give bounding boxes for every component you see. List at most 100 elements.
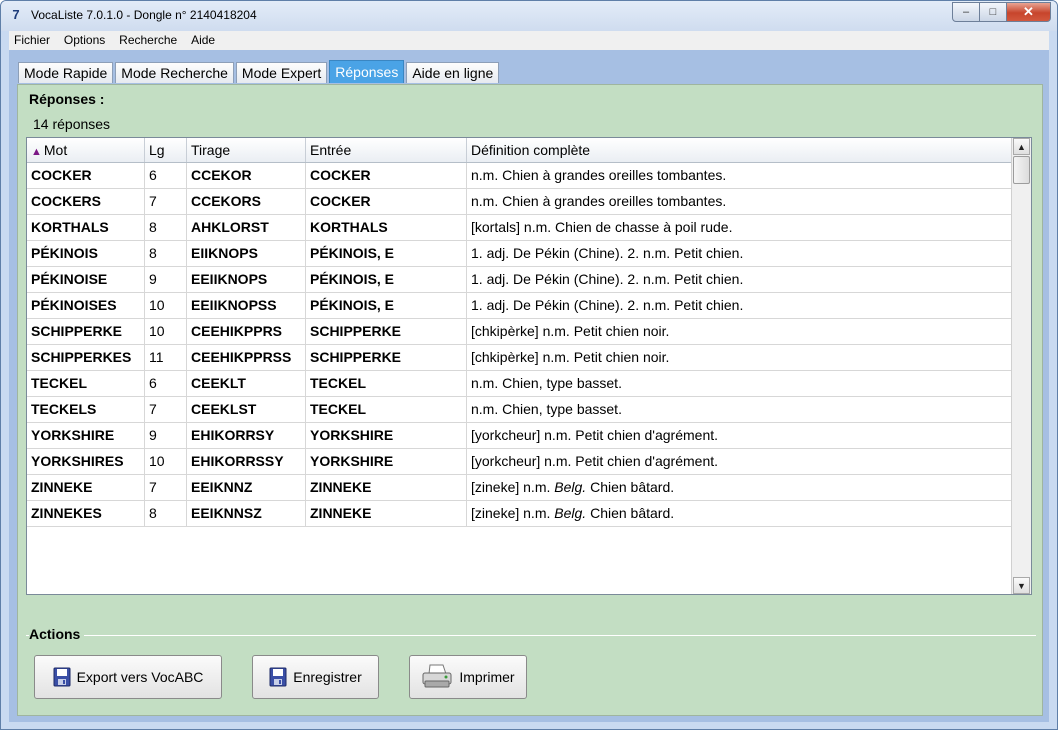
menu-options[interactable]: Options xyxy=(59,31,110,50)
cell-definition: n.m. Chien à grandes oreilles tombantes. xyxy=(471,193,727,209)
cell-lg: 8 xyxy=(145,501,187,526)
table-row[interactable]: YORKSHIRES 10 EHIKORRSSY YORKSHIRE [yorkcheu… xyxy=(27,449,1011,475)
tab-mode-expert[interactable]: Mode Expert xyxy=(235,62,328,83)
cell-entree: YORKSHIRE xyxy=(306,449,467,474)
print-label: Imprimer xyxy=(459,669,515,685)
print-button[interactable]: Imprimer xyxy=(409,655,527,699)
actions-group-label: Actions xyxy=(29,626,85,642)
cell-definition: n.m. Chien, type basset. xyxy=(471,401,622,417)
tab-mode-rapide[interactable]: Mode Rapide xyxy=(18,62,114,83)
cell-mot: TECKEL xyxy=(27,371,145,396)
table-row[interactable]: ZINNEKES 8 EEIKNNSZ ZINNEKE [zineke] n.m. Be… xyxy=(27,501,1011,527)
window-title: VocaListe 7.0.1.0 - Dongle n° 2140418204 xyxy=(31,8,257,22)
cell-tirage: EIIKNOPS xyxy=(187,241,306,266)
cell-mot: TECKELS xyxy=(27,397,145,422)
table-row[interactable]: PÉKINOIS 8 EIIKNOPS PÉKINOIS, E 1. adj. De P… xyxy=(27,241,1011,267)
cell-entree: TECKEL xyxy=(306,371,467,396)
cell-entree: COCKER xyxy=(306,189,467,214)
responses-group-label: Réponses : xyxy=(29,91,105,107)
cell-tirage: EEIIKNOPS xyxy=(187,267,306,292)
cell-tirage: CEEHIKPPRS xyxy=(187,319,306,344)
scroll-down-button[interactable]: ▼ xyxy=(1013,577,1030,594)
cell-mot: KORTHALS xyxy=(27,215,145,240)
column-header-mot[interactable]: ▲ Mot xyxy=(27,138,145,162)
cell-mot: PÉKINOIS xyxy=(27,241,145,266)
table-row[interactable]: ZINNEKE 7 EEIKNNZ ZINNEKE [zineke] n.m. Belg… xyxy=(27,475,1011,501)
cell-definition: [yorkcheur] n.m. Petit chien d'agrément. xyxy=(471,427,719,443)
table-row[interactable]: COCKERS 7 CCEKORS COCKER n.m. Chien à grande… xyxy=(27,189,1011,215)
minimize-button[interactable]: – xyxy=(952,2,980,22)
scroll-thumb[interactable] xyxy=(1013,156,1030,184)
close-button[interactable]: ✕ xyxy=(1006,2,1051,22)
table-row[interactable]: YORKSHIRE 9 EHIKORRSY YORKSHIRE [yorkcheur] … xyxy=(27,423,1011,449)
response-count: 14 réponses xyxy=(33,116,111,132)
table-row[interactable]: SCHIPPERKES 11 CEEHIKPPRSS SCHIPPERKE [chkip… xyxy=(27,345,1011,371)
maximize-button[interactable]: □ xyxy=(979,2,1007,22)
menu-recherche[interactable]: Recherche xyxy=(114,31,182,50)
column-header-entree[interactable]: Entrée xyxy=(306,138,467,162)
table-row[interactable]: PÉKINOISE 9 EEIIKNOPS PÉKINOIS, E 1. adj. De… xyxy=(27,267,1011,293)
floppy-disk-icon xyxy=(53,667,71,687)
cell-tirage: EEIIKNOPSS xyxy=(187,293,306,318)
printer-icon xyxy=(422,664,452,688)
cell-definition: [chkipèrke] n.m. Petit chien noir. xyxy=(471,349,670,365)
column-header-definition[interactable]: Définition complète xyxy=(467,138,1011,162)
cell-definition: [zineke] n.m. Belg. Chien bâtard. xyxy=(471,479,675,495)
cell-entree: SCHIPPERKE xyxy=(306,345,467,370)
cell-tirage: EEIKNNZ xyxy=(187,475,306,500)
cell-definition: 1. adj. De Pékin (Chine). 2. n.m. Petit … xyxy=(471,297,744,313)
vertical-scrollbar[interactable]: ▲ ▼ xyxy=(1011,138,1031,594)
actions-divider xyxy=(26,635,1036,636)
cell-tirage: CEEHIKPPRSS xyxy=(187,345,306,370)
cell-lg: 7 xyxy=(145,475,187,500)
cell-definition: n.m. Chien à grandes oreilles tombantes. xyxy=(471,167,727,183)
save-label: Enregistrer xyxy=(293,669,362,685)
title-bar[interactable]: 7 VocaListe 7.0.1.0 - Dongle n° 21404182… xyxy=(1,1,1057,31)
sort-ascending-icon: ▲ xyxy=(31,146,42,158)
cell-lg: 10 xyxy=(145,449,187,474)
cell-mot: PÉKINOISE xyxy=(27,267,145,292)
table-row[interactable]: TECKEL 6 CEEKLT TECKEL n.m. Chien, type bass… xyxy=(27,371,1011,397)
cell-lg: 9 xyxy=(145,423,187,448)
cell-mot: ZINNEKE xyxy=(27,475,145,500)
floppy-disk-icon xyxy=(269,667,287,687)
cell-lg: 10 xyxy=(145,293,187,318)
tab-reponses[interactable]: Réponses xyxy=(329,60,405,83)
column-header-lg[interactable]: Lg xyxy=(145,138,187,162)
menu-fichier[interactable]: Fichier xyxy=(9,31,55,50)
table-row[interactable]: PÉKINOISES 10 EEIIKNOPSS PÉKINOIS, E 1. adj.… xyxy=(27,293,1011,319)
tab-aide-en-ligne[interactable]: Aide en ligne xyxy=(406,62,500,83)
tab-mode-recherche[interactable]: Mode Recherche xyxy=(115,62,234,83)
cell-entree: PÉKINOIS, E xyxy=(306,293,467,318)
app-window: 7 VocaListe 7.0.1.0 - Dongle n° 21404182… xyxy=(0,0,1058,730)
table-row[interactable]: TECKELS 7 CEEKLST TECKEL n.m. Chien, type ba… xyxy=(27,397,1011,423)
table-row[interactable]: COCKER 6 CCEKOR COCKER n.m. Chien à grandes … xyxy=(27,163,1011,189)
client-area: Mode Rapide Mode Recherche Mode Expert R… xyxy=(9,50,1049,722)
grid-rows: COCKER 6 CCEKOR COCKER n.m. Chien à grandes … xyxy=(27,163,1011,527)
cell-entree: ZINNEKE xyxy=(306,501,467,526)
cell-entree: SCHIPPERKE xyxy=(306,319,467,344)
cell-lg: 7 xyxy=(145,397,187,422)
cell-entree: PÉKINOIS, E xyxy=(306,267,467,292)
cell-entree: KORTHALS xyxy=(306,215,467,240)
cell-mot: PÉKINOISES xyxy=(27,293,145,318)
scroll-up-button[interactable]: ▲ xyxy=(1013,138,1030,155)
cell-definition: n.m. Chien, type basset. xyxy=(471,375,622,391)
save-button[interactable]: Enregistrer xyxy=(252,655,379,699)
column-header-tirage[interactable]: Tirage xyxy=(187,138,306,162)
cell-tirage: CCEKORS xyxy=(187,189,306,214)
grid-header: ▲ Mot Lg Tirage Entrée Définition complèt… xyxy=(27,138,1011,163)
cell-mot: COCKERS xyxy=(27,189,145,214)
cell-tirage: CEEKLST xyxy=(187,397,306,422)
cell-mot: COCKER xyxy=(27,163,145,188)
table-row[interactable]: KORTHALS 8 AHKLORST KORTHALS [kortals] n.m. … xyxy=(27,215,1011,241)
app-icon: 7 xyxy=(12,7,20,22)
cell-entree: PÉKINOIS, E xyxy=(306,241,467,266)
cell-mot: ZINNEKES xyxy=(27,501,145,526)
responses-grid[interactable]: ▲ Mot Lg Tirage Entrée Définition complèt… xyxy=(26,137,1032,595)
cell-lg: 6 xyxy=(145,371,187,396)
export-vocabc-button[interactable]: Export vers VocABC xyxy=(34,655,222,699)
cell-tirage: AHKLORST xyxy=(187,215,306,240)
menu-aide[interactable]: Aide xyxy=(186,31,220,50)
table-row[interactable]: SCHIPPERKE 10 CEEHIKPPRS SCHIPPERKE [chkipèr… xyxy=(27,319,1011,345)
